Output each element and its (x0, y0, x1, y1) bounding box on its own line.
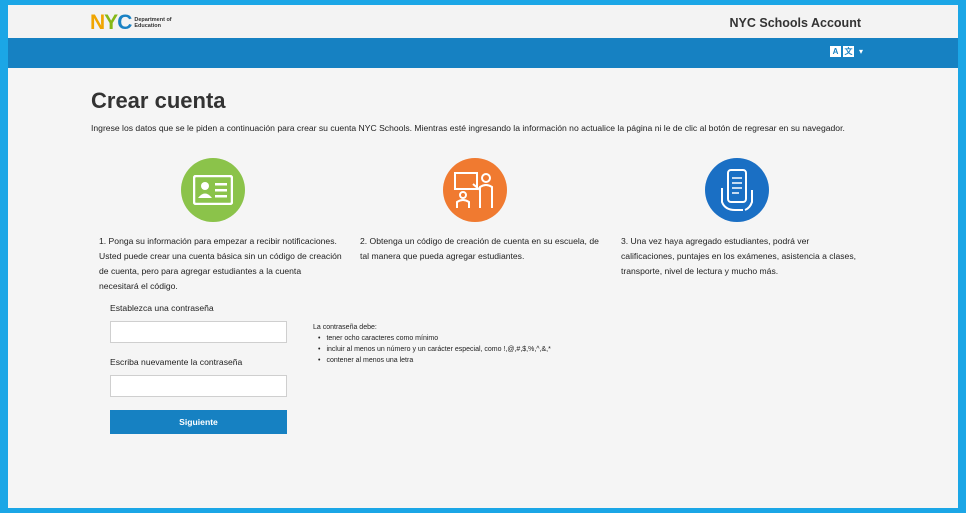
password-input[interactable] (110, 321, 287, 343)
password-rule: incluir al menos un número y un carácter… (318, 344, 550, 355)
password-label: Establezca una contraseña (110, 303, 214, 313)
logo-letter-n: N (90, 11, 105, 34)
password-rules-heading: La contraseña debe: (313, 324, 377, 331)
step-1-text: 1. Ponga su información para empezar a r… (99, 236, 342, 291)
account-title: NYC Schools Account (729, 16, 862, 30)
id-card-icon (181, 158, 245, 222)
logo-line2: Education (134, 23, 161, 29)
logo-letter-c: C (117, 11, 132, 34)
confirm-password-input[interactable] (110, 375, 287, 397)
main-content: Crear cuenta Ingrese los datos que se le… (8, 68, 958, 508)
password-rules: La contraseña debe: tener ocho caractere… (313, 322, 551, 366)
phone-hand-icon (705, 158, 769, 222)
step-3-text: 3. Una vez haya agregado estudiantes, po… (621, 236, 857, 276)
chevron-down-icon: ▾ (858, 47, 863, 56)
confirm-password-label: Escriba nuevamente la contraseña (110, 357, 243, 367)
language-selector[interactable]: A 文 ▾ (829, 46, 863, 57)
password-rule: tener ocho caracteres como mínimo (318, 333, 551, 344)
nav-bar: A 文 ▾ (8, 38, 958, 68)
top-header: NYC Department of Education NYC Schools … (8, 5, 958, 38)
step-2-text: 2. Obtenga un código de creación de cuen… (360, 236, 599, 261)
translate-icon-alt: 文 (842, 46, 854, 57)
intro-text: Ingrese los datos que se le piden a cont… (91, 123, 845, 133)
translate-icon: A (829, 46, 841, 57)
logo-subtitle: Department of Education (134, 17, 171, 29)
nyc-doe-logo[interactable]: NYC Department of Education (90, 11, 172, 34)
password-rules-list: tener ocho caracteres como mínimo inclui… (318, 333, 551, 366)
next-button[interactable]: Siguiente (110, 410, 287, 434)
teacher-student-icon (443, 158, 507, 222)
page-title: Crear cuenta (91, 88, 226, 113)
logo-letter-y: Y (104, 11, 118, 34)
password-rule: contener al menos una letra (318, 355, 551, 366)
logo-wordmark: NYC (90, 11, 132, 34)
